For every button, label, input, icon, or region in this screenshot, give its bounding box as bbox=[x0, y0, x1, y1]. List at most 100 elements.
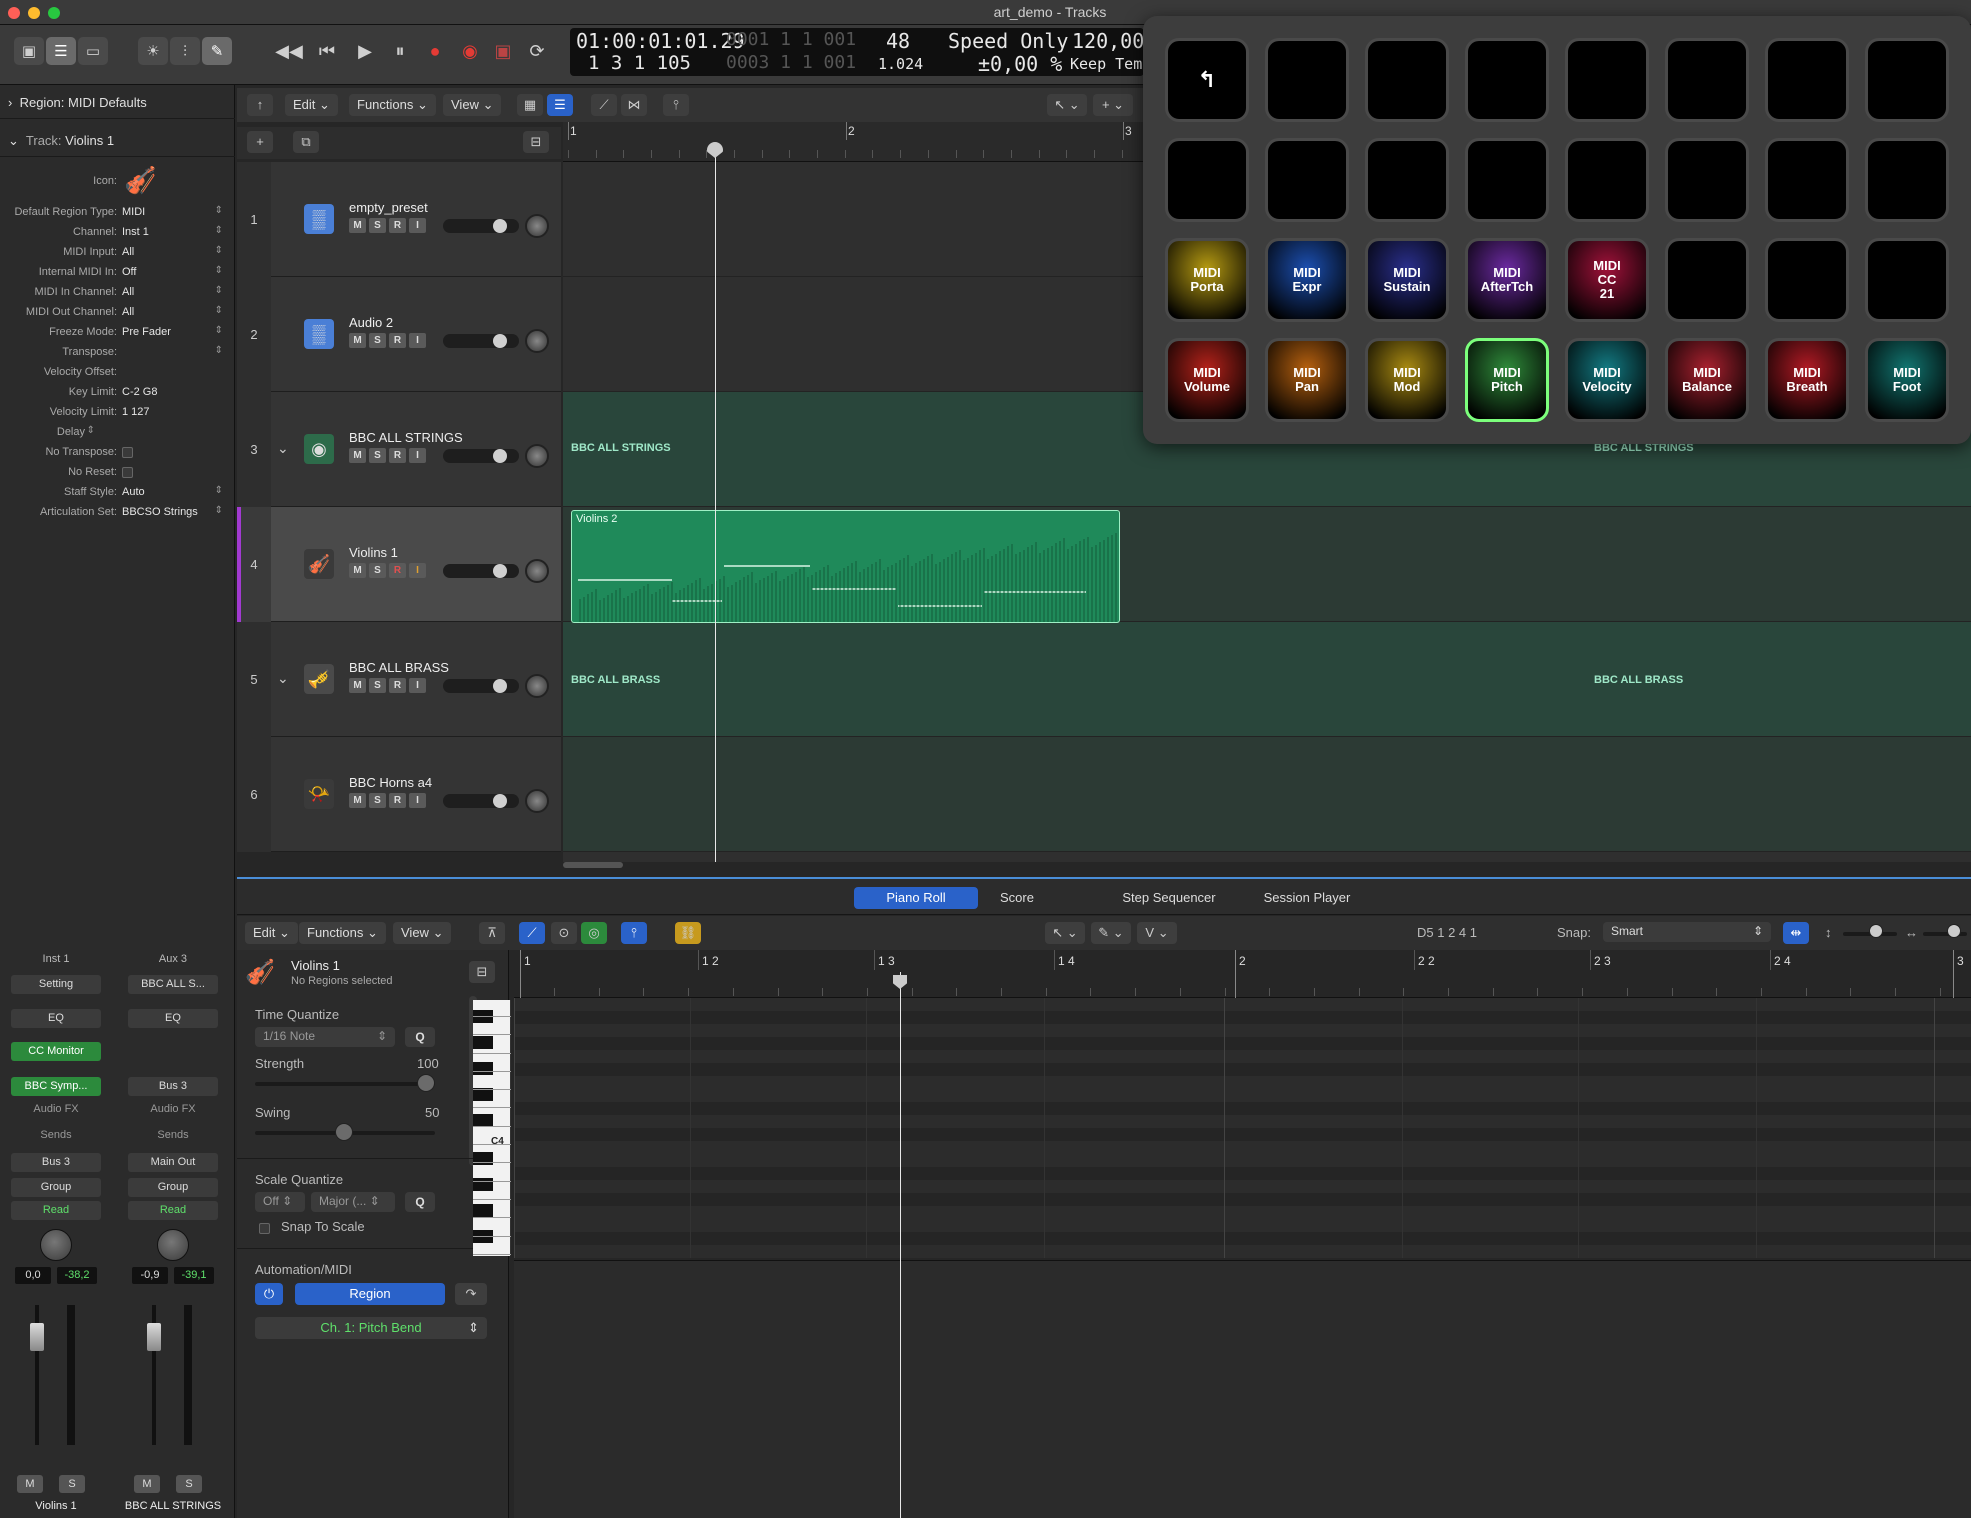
pad-empty[interactable] bbox=[1765, 38, 1849, 122]
horizontal-scrollbar[interactable] bbox=[563, 862, 623, 868]
track-pan-knob[interactable] bbox=[525, 329, 549, 353]
flex-icon[interactable]: ⋈ bbox=[621, 94, 647, 116]
pad-empty[interactable] bbox=[1265, 138, 1349, 222]
track-header-row[interactable]: 4 🎻 Violins 1 MSRI bbox=[237, 507, 561, 622]
editors-icon[interactable]: ✎ bbox=[202, 37, 232, 65]
lane-6[interactable] bbox=[563, 737, 1971, 852]
track-i-button[interactable]: I bbox=[409, 218, 426, 233]
track-r-button[interactable]: R bbox=[389, 678, 406, 693]
mute-button[interactable]: M bbox=[17, 1475, 43, 1493]
black-key[interactable] bbox=[473, 1178, 493, 1191]
track-r-button[interactable]: R bbox=[389, 333, 406, 348]
editor-edit-menu[interactable]: Edit ⌄ bbox=[245, 922, 298, 944]
mute-button[interactable]: M bbox=[134, 1475, 160, 1493]
toolbar-icon[interactable]: ▭ bbox=[78, 37, 108, 65]
eq-slot[interactable]: EQ bbox=[128, 1009, 218, 1028]
pan-knob[interactable] bbox=[157, 1229, 189, 1261]
midi-out-icon[interactable]: ◎ bbox=[581, 922, 607, 944]
tab-session-player[interactable]: Session Player bbox=[1247, 887, 1367, 909]
automation-icon[interactable]: ⟋ bbox=[591, 94, 617, 116]
smart-controls-icon[interactable]: ☀ bbox=[138, 37, 168, 65]
output-slot[interactable]: Bus 3 bbox=[11, 1153, 101, 1172]
pad-empty[interactable] bbox=[1765, 238, 1849, 322]
track-s-button[interactable]: S bbox=[369, 448, 386, 463]
instrument-slot[interactable]: Bus 3 bbox=[128, 1077, 218, 1096]
automation-arrow-icon[interactable]: ↷ bbox=[455, 1283, 487, 1305]
scale-quantize-type-select[interactable]: Major (... ⇕ bbox=[311, 1192, 395, 1212]
editor-pointer-tool-icon[interactable]: ↖ ⌄ bbox=[1045, 922, 1085, 944]
param-row[interactable]: MIDI Out Channel: All ⇕ bbox=[0, 303, 235, 323]
automation-parameter-select[interactable]: Ch. 1: Pitch Bend ⇕ bbox=[255, 1317, 487, 1339]
pad-midi-control[interactable]: MIDI Porta bbox=[1165, 238, 1249, 322]
param-row[interactable]: Delay ⇕ bbox=[0, 423, 235, 443]
add-track-icon[interactable]: + bbox=[247, 131, 273, 153]
track-r-button[interactable]: R bbox=[389, 218, 406, 233]
param-row[interactable]: Internal MIDI In: Off ⇕ bbox=[0, 263, 235, 283]
pad-empty[interactable] bbox=[1465, 138, 1549, 222]
track-pan-knob[interactable] bbox=[525, 214, 549, 238]
pad-empty[interactable] bbox=[1865, 238, 1949, 322]
automation-read-slot[interactable]: Read bbox=[128, 1201, 218, 1220]
output-slot[interactable]: Main Out bbox=[128, 1153, 218, 1172]
track-s-button[interactable]: S bbox=[369, 793, 386, 808]
track-r-button[interactable]: R bbox=[389, 448, 406, 463]
param-row[interactable]: No Reset: bbox=[0, 463, 235, 483]
tracks-view-menu[interactable]: View ⌄ bbox=[443, 94, 502, 116]
catch-icon[interactable]: ↑ bbox=[247, 94, 273, 116]
track-pan-knob[interactable] bbox=[525, 674, 549, 698]
pad-midi-control[interactable]: MIDI Volume bbox=[1165, 338, 1249, 422]
track-i-button[interactable]: I bbox=[409, 448, 426, 463]
midi-draw-icon[interactable]: ⊼ bbox=[479, 922, 505, 944]
param-row[interactable]: No Transpose: bbox=[0, 443, 235, 463]
vertical-zoom-knob[interactable] bbox=[1869, 924, 1883, 938]
track-volume-slider[interactable] bbox=[443, 334, 519, 348]
pause-icon[interactable]: ⏸ bbox=[385, 36, 415, 66]
track-header-row[interactable]: 2 ▒ Audio 2 MSRI bbox=[237, 277, 561, 392]
pad-midi-control[interactable]: MIDI Expr bbox=[1265, 238, 1349, 322]
pad-empty[interactable] bbox=[1365, 38, 1449, 122]
track-volume-slider[interactable] bbox=[443, 219, 519, 233]
track-r-button[interactable]: R bbox=[389, 563, 406, 578]
solo-button[interactable]: S bbox=[176, 1475, 202, 1493]
param-row[interactable]: Channel: Inst 1 ⇕ bbox=[0, 223, 235, 243]
zoom-window-button[interactable] bbox=[48, 7, 60, 19]
volume-knob[interactable] bbox=[493, 794, 507, 808]
pad-empty[interactable] bbox=[1265, 38, 1349, 122]
scale-quantize-root-select[interactable]: Off ⇕ bbox=[255, 1192, 305, 1212]
rewind-icon[interactable]: ◀◀ bbox=[274, 36, 304, 66]
grid-view-icon[interactable]: ▦ bbox=[517, 94, 543, 116]
param-row[interactable]: MIDI In Channel: All ⇕ bbox=[0, 283, 235, 303]
tab-step-sequencer[interactable]: Step Sequencer bbox=[1107, 887, 1231, 909]
track-volume-slider[interactable] bbox=[443, 679, 519, 693]
instrument-slot[interactable]: BBC Symp... bbox=[11, 1077, 101, 1096]
pad-midi-control[interactable]: MIDI Foot bbox=[1865, 338, 1949, 422]
pad-midi-control[interactable]: MIDI AfterTch bbox=[1465, 238, 1549, 322]
link-region-icon[interactable]: ⊟ bbox=[469, 961, 495, 983]
param-row[interactable]: Key Limit: C-2 G8 bbox=[0, 383, 235, 403]
track-header-row[interactable]: 5 ⌄ 🎺 BBC ALL BRASS M S R I bbox=[237, 622, 561, 737]
time-quantize-select[interactable]: 1/16 Note ⇕ bbox=[255, 1027, 395, 1047]
editor-playhead[interactable] bbox=[900, 972, 901, 1518]
track-volume-slider[interactable] bbox=[443, 564, 519, 578]
play-icon[interactable]: ▶ bbox=[350, 36, 380, 66]
track-header-row[interactable]: 1 ▒ empty_preset M S R I bbox=[237, 162, 561, 277]
pad-empty[interactable] bbox=[1565, 38, 1649, 122]
midi-in-icon[interactable]: ⊙ bbox=[551, 922, 577, 944]
piano-keyboard[interactable]: C4 bbox=[473, 1000, 511, 1256]
replace-record-icon[interactable]: ◉ bbox=[455, 36, 485, 66]
link-icon[interactable]: ⛓ bbox=[675, 922, 701, 944]
setting-slot[interactable]: BBC ALL S... bbox=[128, 975, 218, 994]
track-header-row[interactable]: 3 ⌄ ◉ BBC ALL STRINGS M S R I bbox=[237, 392, 561, 507]
disclosure-chevron-icon[interactable]: ⌄ bbox=[277, 440, 289, 457]
duplicate-track-icon[interactable]: ⧉ bbox=[293, 131, 319, 153]
black-key[interactable] bbox=[473, 1062, 493, 1075]
pad-empty[interactable] bbox=[1665, 38, 1749, 122]
pad-midi-control[interactable]: MIDI Sustain bbox=[1365, 238, 1449, 322]
midi-curve-icon[interactable]: ⟋ bbox=[519, 922, 545, 944]
tab-score[interactable]: Score bbox=[957, 887, 1077, 909]
close-window-button[interactable] bbox=[8, 7, 20, 19]
track-pan-knob[interactable] bbox=[525, 789, 549, 813]
strength-slider[interactable] bbox=[255, 1082, 435, 1086]
param-row[interactable]: MIDI Input: All ⇕ bbox=[0, 243, 235, 263]
track-m-button[interactable]: M bbox=[349, 563, 366, 578]
